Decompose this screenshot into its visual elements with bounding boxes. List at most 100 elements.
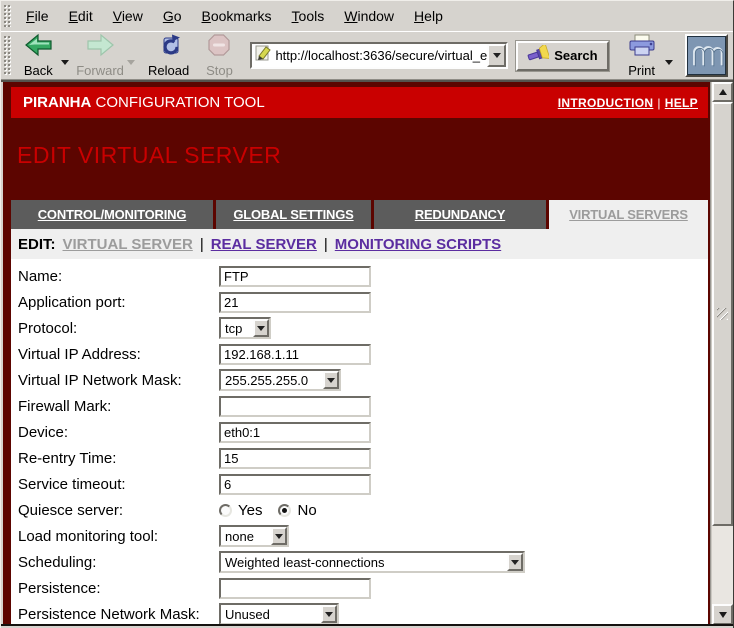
chevron-down-icon	[493, 53, 501, 58]
monitoring-scripts-subnav-link[interactable]: MONITORING SCRIPTS	[335, 236, 501, 253]
url-bar[interactable]	[250, 42, 508, 69]
name-input[interactable]	[219, 266, 371, 287]
print-dropdown-arrow[interactable]	[665, 60, 673, 65]
select-arrow-button[interactable]	[321, 605, 337, 623]
window-bottom-frame	[1, 624, 733, 626]
scrollbar-track[interactable]	[712, 102, 733, 604]
field-row-quiesce-server: Quiesce server: Yes No	[18, 497, 708, 523]
reload-button[interactable]: Reload	[145, 32, 193, 79]
menu-bookmarks[interactable]: Bookmarks	[192, 3, 282, 29]
persistence-label: Persistence:	[18, 580, 219, 597]
virtual-ip-netmask-label: Virtual IP Network Mask:	[18, 372, 219, 389]
field-row-protocol: Protocol: tcp	[18, 315, 708, 341]
protocol-label: Protocol:	[18, 320, 219, 337]
virtual-server-form: Name: Application port: Protocol: tcp Vi…	[11, 259, 708, 625]
device-input[interactable]	[219, 422, 371, 443]
menu-tools[interactable]: Tools	[282, 3, 335, 29]
mozilla-logo[interactable]	[685, 34, 728, 77]
subnav-separator: |	[200, 236, 204, 253]
piranha-header-banner: PIRANHA CONFIGURATION TOOL INTRODUCTION|…	[11, 87, 708, 118]
menu-edit[interactable]: Edit	[59, 3, 103, 29]
chevron-down-icon	[275, 534, 283, 539]
virtual-ip-netmask-select[interactable]: 255.255.255.0	[219, 369, 341, 391]
forward-dropdown-arrow[interactable]	[127, 60, 135, 65]
tab-virtual-servers[interactable]: VIRTUAL SERVERS	[549, 200, 708, 229]
scroll-up-button[interactable]	[712, 82, 733, 102]
stop-button[interactable]: Stop	[196, 32, 242, 79]
print-button[interactable]: Print	[619, 33, 665, 79]
menubar-grip-handle[interactable]	[4, 5, 12, 27]
field-row-name: Name:	[18, 263, 708, 289]
chevron-down-icon	[511, 560, 519, 565]
scheduling-label: Scheduling:	[18, 554, 219, 571]
device-label: Device:	[18, 424, 219, 441]
url-input[interactable]	[275, 48, 487, 63]
service-timeout-input[interactable]	[219, 474, 371, 495]
flashlight-icon	[527, 45, 549, 67]
chevron-down-icon	[325, 612, 333, 617]
quiesce-yes-radio[interactable]	[219, 504, 232, 517]
search-button[interactable]: Search	[516, 41, 608, 71]
persistence-input[interactable]	[219, 578, 371, 599]
select-arrow-button[interactable]	[253, 319, 269, 337]
menu-file[interactable]: File	[16, 3, 59, 29]
banner-link-separator: |	[657, 96, 660, 110]
tab-control-monitoring[interactable]: CONTROL/MONITORING	[11, 200, 213, 229]
tab-global-settings[interactable]: GLOBAL SETTINGS	[216, 200, 371, 229]
back-arrow-icon	[25, 33, 52, 62]
triangle-up-icon	[719, 89, 727, 95]
field-row-persistence: Persistence:	[18, 575, 708, 601]
menu-go[interactable]: Go	[153, 3, 192, 29]
name-label: Name:	[18, 268, 219, 285]
forward-arrow-icon	[87, 33, 114, 62]
banner-links: INTRODUCTION| HELP	[558, 96, 698, 110]
quiesce-no-label[interactable]: No	[297, 502, 316, 519]
menu-bar: File Edit View Go Bookmarks Tools Window…	[1, 1, 733, 31]
menu-help[interactable]: Help	[404, 3, 453, 29]
persistence-netmask-select[interactable]: Unused	[219, 603, 339, 625]
back-dropdown-arrow[interactable]	[61, 60, 69, 65]
page-viewport: PIRANHA CONFIGURATION TOOL INTRODUCTION|…	[3, 82, 712, 625]
main-tabs: CONTROL/MONITORING GLOBAL SETTINGS REDUN…	[11, 200, 708, 229]
browser-window: File Edit View Go Bookmarks Tools Window…	[0, 0, 734, 628]
application-port-input[interactable]	[219, 292, 371, 313]
help-link[interactable]: HELP	[665, 96, 698, 110]
application-port-label: Application port:	[18, 294, 219, 311]
field-row-service-timeout: Service timeout:	[18, 471, 708, 497]
reentry-time-input[interactable]	[219, 448, 371, 469]
real-server-subnav-link[interactable]: REAL SERVER	[211, 236, 317, 253]
scrollbar-thumb[interactable]	[712, 102, 733, 526]
vertical-scrollbar[interactable]	[710, 82, 733, 625]
stop-icon	[207, 33, 231, 62]
load-monitoring-select[interactable]: none	[219, 525, 289, 547]
firewall-mark-input[interactable]	[219, 396, 371, 417]
select-arrow-button[interactable]	[323, 371, 339, 389]
scroll-down-button[interactable]	[712, 604, 733, 625]
select-arrow-button[interactable]	[271, 527, 287, 545]
load-monitoring-label: Load monitoring tool:	[18, 528, 219, 545]
virtual-ip-input[interactable]	[219, 344, 371, 365]
page-title: EDIT VIRTUAL SERVER	[17, 142, 708, 168]
forward-button[interactable]: Forward	[73, 32, 127, 79]
url-dropdown-button[interactable]	[487, 44, 506, 67]
toolbar-grip-handle[interactable]	[4, 36, 11, 75]
select-arrow-button[interactable]	[507, 553, 523, 571]
field-row-device: Device:	[18, 419, 708, 445]
field-row-virtual-ip-netmask: Virtual IP Network Mask: 255.255.255.0	[18, 367, 708, 393]
introduction-link[interactable]: INTRODUCTION	[558, 96, 654, 110]
quiesce-no-radio[interactable]	[278, 504, 291, 517]
field-row-scheduling: Scheduling: Weighted least-connections	[18, 549, 708, 575]
menu-view[interactable]: View	[103, 3, 153, 29]
virtual-server-subnav-link[interactable]: VIRTUAL SERVER	[63, 236, 193, 253]
field-row-load-monitoring: Load monitoring tool: none	[18, 523, 708, 549]
virtual-ip-label: Virtual IP Address:	[18, 346, 219, 363]
scheduling-select[interactable]: Weighted least-connections	[219, 551, 525, 573]
menu-window[interactable]: Window	[334, 3, 404, 29]
edit-subnav: EDIT: VIRTUAL SERVER | REAL SERVER | MON…	[11, 229, 708, 259]
quiesce-yes-label[interactable]: Yes	[238, 502, 262, 519]
chevron-down-icon	[327, 378, 335, 383]
tab-redundancy[interactable]: REDUNDANCY	[374, 200, 546, 229]
protocol-select[interactable]: tcp	[219, 317, 271, 339]
piranha-page: PIRANHA CONFIGURATION TOOL INTRODUCTION|…	[11, 87, 708, 625]
back-button[interactable]: Back	[15, 32, 61, 79]
